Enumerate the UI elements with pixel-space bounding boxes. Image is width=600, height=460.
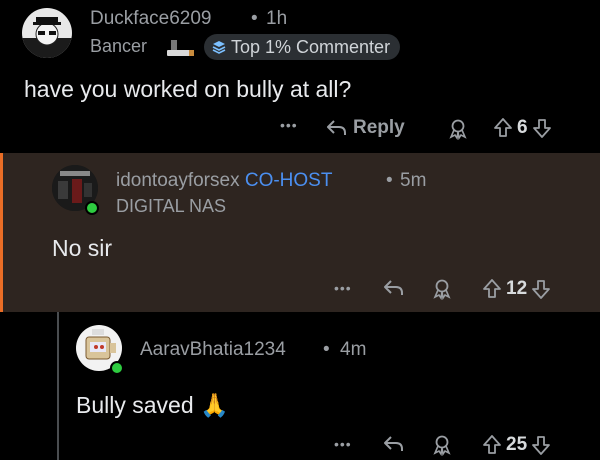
more-icon: ••• [334, 436, 352, 452]
more-button[interactable]: ••• [280, 117, 298, 133]
comment-time: 4m [340, 339, 367, 360]
meta-separator: • [386, 170, 393, 191]
comment-author[interactable]: idontoayforsex CO-HOST [116, 170, 332, 192]
highlight-accent-bar [0, 153, 3, 312]
meta-separator: • [323, 339, 330, 360]
comment-author[interactable]: Duckface6209 [90, 8, 211, 30]
comment-body: Bully saved 🙏 [76, 392, 229, 419]
online-status-dot [110, 361, 124, 375]
thread-line [57, 312, 59, 460]
stack-icon [212, 41, 226, 54]
comment-text: Bully saved [76, 392, 194, 418]
badge-label: Top 1% Commenter [231, 36, 391, 57]
downvote-icon[interactable] [531, 434, 551, 456]
more-button[interactable]: ••• [334, 280, 352, 296]
reply-arrow-icon [327, 120, 346, 135]
comment-body: have you worked on bully at all? [24, 76, 352, 102]
award-icon[interactable] [447, 118, 469, 140]
downvote-icon[interactable] [532, 117, 552, 139]
more-button[interactable]: ••• [334, 436, 352, 452]
upvote-icon[interactable] [482, 434, 502, 456]
online-status-dot [85, 201, 99, 215]
comment-author[interactable]: AaravBhatia1234 [140, 339, 286, 361]
award-icon[interactable] [431, 278, 453, 300]
reply-arrow-icon[interactable] [382, 278, 406, 298]
upvote-icon[interactable] [493, 117, 513, 139]
vote-count: 6 [517, 117, 528, 138]
pray-emoji: 🙏 [200, 392, 229, 418]
cohost-tag: CO-HOST [244, 170, 333, 191]
author-name[interactable]: idontoayforsex [116, 170, 240, 191]
reply-label: Reply [353, 117, 405, 138]
vote-controls: 12 [482, 278, 551, 300]
comment-body: No sir [52, 235, 113, 261]
reply-arrow-icon[interactable] [382, 434, 406, 454]
vote-count: 25 [506, 434, 528, 455]
more-icon: ••• [334, 280, 352, 296]
more-icon: ••• [280, 117, 298, 133]
comment-time: 5m [400, 170, 427, 191]
downvote-icon[interactable] [531, 278, 551, 300]
vote-controls: 25 [482, 434, 551, 456]
comment-time: 1h [266, 8, 288, 29]
meta-separator: • [251, 8, 258, 29]
award-icon[interactable] [431, 434, 453, 456]
flair-image-icon [165, 37, 197, 59]
reply-button[interactable]: Reply [325, 117, 405, 139]
vote-count: 12 [506, 278, 528, 299]
user-flair: Bancer [90, 36, 148, 56]
user-flair: DIGITAL NAS [116, 196, 227, 216]
avatar-duckface[interactable] [22, 8, 72, 58]
vote-controls: 6 [493, 117, 552, 139]
upvote-icon[interactable] [482, 278, 502, 300]
top-commenter-badge: Top 1% Commenter [204, 34, 401, 60]
